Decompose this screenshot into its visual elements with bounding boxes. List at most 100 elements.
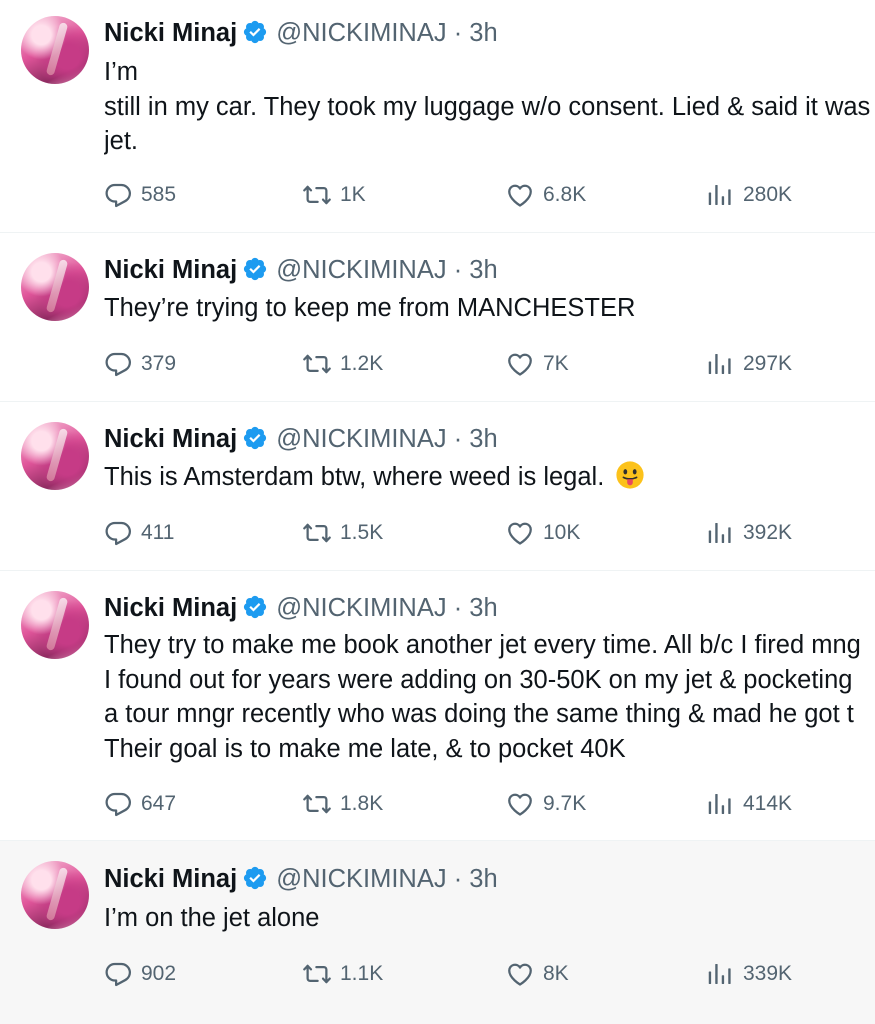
- like-button[interactable]: 10K: [505, 516, 580, 550]
- tweet[interactable]: Nicki Minaj @NICKIMINAJ · 3h I’m on the je…: [0, 841, 875, 1024]
- tweet-text-line: They try to make me book another jet eve…: [104, 631, 861, 659]
- retweet-count: 1.5K: [340, 521, 384, 544]
- views-button[interactable]: 392K: [705, 516, 792, 550]
- heart-icon: [505, 180, 535, 210]
- reply-icon: [103, 959, 133, 989]
- heart-icon: [505, 959, 535, 989]
- retweet-icon: [302, 349, 332, 379]
- reply-icon: [103, 789, 133, 819]
- tweet-text-line: This is Amsterdam btw, where weed is leg…: [104, 460, 875, 495]
- retweet-button[interactable]: 1.5K: [302, 516, 383, 550]
- timestamp[interactable]: 3h: [469, 865, 497, 893]
- tweet-header: Nicki Minaj @NICKIMINAJ · 3h: [104, 255, 498, 285]
- avatar[interactable]: [21, 16, 89, 84]
- reply-count: 379: [141, 352, 177, 375]
- tweet[interactable]: Nicki Minaj @NICKIMINAJ · 3h They try to m…: [0, 571, 875, 841]
- reply-button[interactable]: 411: [103, 516, 174, 550]
- views-count: 414K: [743, 792, 793, 815]
- reply-button[interactable]: 585: [103, 178, 176, 212]
- retweet-icon: [302, 518, 332, 548]
- tweet-text: I’m on the jet alone: [104, 901, 875, 936]
- like-button[interactable]: 6.8K: [505, 178, 586, 212]
- tweet-text-line: I’m on the jet alone: [104, 904, 320, 932]
- face-with-tongue-emoji-icon: [615, 460, 645, 490]
- retweet-count: 1K: [340, 183, 366, 206]
- views-count: 280K: [743, 183, 793, 206]
- author-handle[interactable]: @NICKIMINAJ: [276, 594, 446, 622]
- views-icon: [705, 349, 735, 379]
- tweet-header: Nicki Minaj @NICKIMINAJ · 3h: [104, 18, 498, 48]
- tweet-header: Nicki Minaj @NICKIMINAJ · 3h: [104, 864, 498, 894]
- author-name[interactable]: Nicki Minaj: [104, 256, 237, 284]
- views-icon: [705, 180, 735, 210]
- avatar[interactable]: [21, 591, 89, 659]
- verified-badge-icon: [242, 865, 268, 891]
- like-button[interactable]: 8K: [505, 957, 569, 991]
- retweet-count: 1.8K: [340, 792, 384, 815]
- tweet-text-line: a tour mngr recently who was doing the s…: [104, 700, 854, 728]
- avatar[interactable]: [21, 422, 89, 490]
- tweet[interactable]: Nicki Minaj @NICKIMINAJ · 3h They’re tryin…: [0, 233, 875, 402]
- timestamp[interactable]: 3h: [469, 425, 497, 453]
- verified-badge-icon: [242, 594, 268, 620]
- like-button[interactable]: 9.7K: [505, 787, 586, 821]
- views-icon: [705, 959, 735, 989]
- reply-button[interactable]: 902: [103, 957, 176, 991]
- reply-count: 647: [141, 792, 177, 815]
- tweet-header: Nicki Minaj @NICKIMINAJ · 3h: [104, 424, 498, 454]
- tweet[interactable]: Nicki Minaj @NICKIMINAJ · 3h This is Amste…: [0, 402, 875, 571]
- author-handle[interactable]: @NICKIMINAJ: [276, 256, 446, 284]
- tweet-text: This is Amsterdam btw, where weed is leg…: [104, 460, 875, 495]
- reply-count: 585: [141, 183, 177, 206]
- author-name[interactable]: Nicki Minaj: [104, 865, 237, 893]
- author-name[interactable]: Nicki Minaj: [104, 19, 237, 47]
- author-name[interactable]: Nicki Minaj: [104, 594, 237, 622]
- verified-badge-icon: [242, 425, 268, 451]
- views-button[interactable]: 297K: [705, 347, 792, 381]
- like-count: 10K: [543, 521, 581, 544]
- separator-dot: ·: [453, 425, 463, 453]
- views-button[interactable]: 339K: [705, 957, 792, 991]
- reply-count: 902: [141, 962, 177, 985]
- separator-dot: ·: [453, 865, 463, 893]
- author-handle[interactable]: @NICKIMINAJ: [276, 19, 446, 47]
- reply-icon: [103, 518, 133, 548]
- separator-dot: ·: [453, 19, 463, 47]
- separator-dot: ·: [453, 594, 463, 622]
- tweet-text-line: jet.: [104, 127, 139, 155]
- like-count: 8K: [543, 962, 569, 985]
- timestamp[interactable]: 3h: [469, 19, 497, 47]
- verified-badge-icon: [242, 256, 268, 282]
- retweet-button[interactable]: 1K: [302, 178, 366, 212]
- like-count: 6.8K: [543, 183, 587, 206]
- avatar[interactable]: [21, 861, 89, 929]
- tweet-text-line: I found out for years were adding on 30-…: [104, 665, 853, 694]
- author-name[interactable]: Nicki Minaj: [104, 425, 237, 453]
- reply-button[interactable]: 379: [103, 347, 176, 381]
- retweet-icon: [302, 959, 332, 989]
- tweet[interactable]: Nicki Minaj @NICKIMINAJ · 3h I’m still in m…: [0, 0, 875, 233]
- timestamp[interactable]: 3h: [469, 256, 497, 284]
- like-button[interactable]: 7K: [505, 347, 569, 381]
- views-button[interactable]: 414K: [705, 787, 792, 821]
- views-icon: [705, 789, 735, 819]
- reply-icon: [103, 349, 133, 379]
- author-handle[interactable]: @NICKIMINAJ: [276, 865, 446, 893]
- views-icon: [705, 518, 735, 548]
- author-handle[interactable]: @NICKIMINAJ: [276, 425, 446, 453]
- retweet-button[interactable]: 1.8K: [302, 787, 383, 821]
- retweet-button[interactable]: 1.1K: [302, 957, 383, 991]
- like-count: 7K: [543, 352, 569, 375]
- reply-button[interactable]: 647: [103, 787, 176, 821]
- views-button[interactable]: 280K: [705, 178, 792, 212]
- timestamp[interactable]: 3h: [469, 594, 497, 622]
- retweet-icon: [302, 789, 332, 819]
- avatar[interactable]: [21, 253, 89, 321]
- reply-count: 411: [141, 521, 175, 544]
- views-count: 297K: [743, 352, 793, 375]
- tweet-text-line: They’re trying to keep me from MANCHESTE…: [104, 294, 636, 322]
- like-count: 9.7K: [543, 792, 587, 815]
- retweet-button[interactable]: 1.2K: [302, 347, 383, 381]
- separator-dot: ·: [453, 256, 463, 284]
- tweet-text: They try to make me book another jet eve…: [104, 628, 875, 766]
